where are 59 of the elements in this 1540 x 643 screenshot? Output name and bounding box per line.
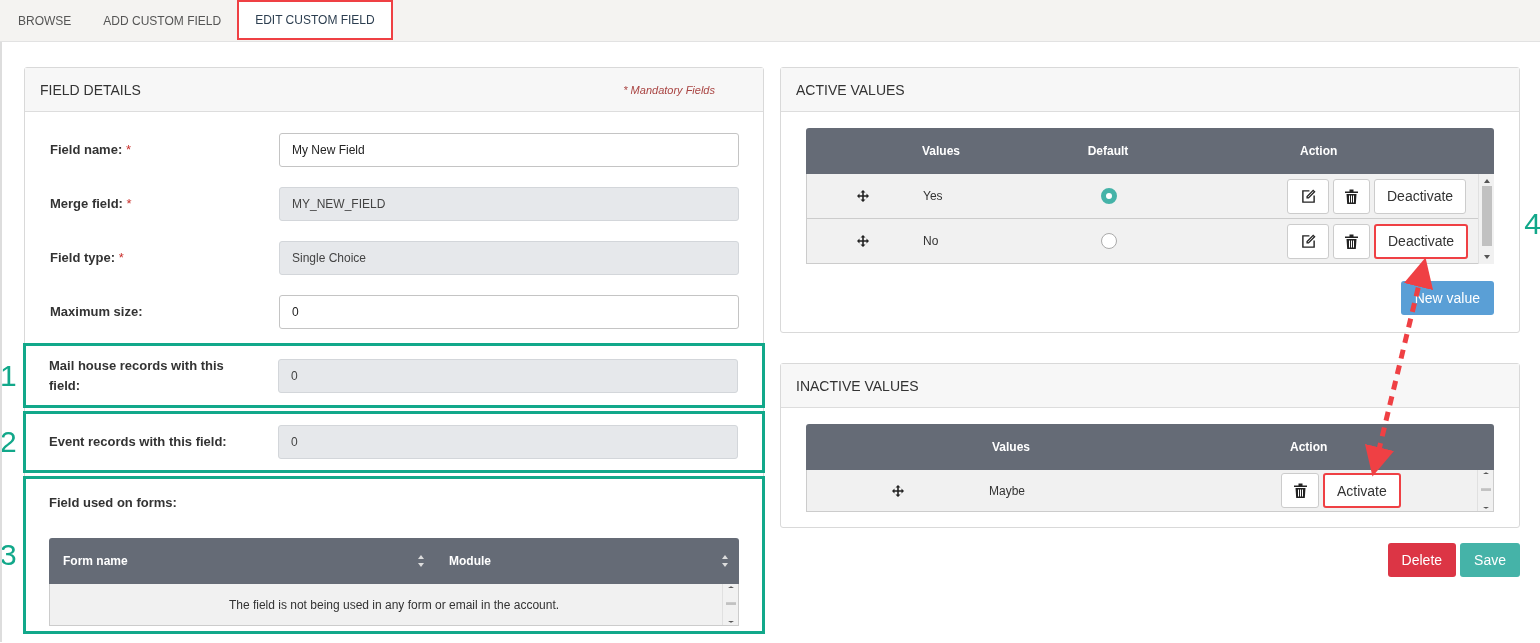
- section-label: Field used on forms:: [49, 494, 178, 512]
- move-icon[interactable]: [892, 484, 904, 497]
- scrollbar[interactable]: [1477, 470, 1493, 511]
- radio-button[interactable]: [1101, 233, 1117, 249]
- field-label: Mail house records with this field:: [49, 356, 225, 395]
- field-label: Event records with this field:: [49, 433, 228, 451]
- column-header: Default: [1087, 144, 1129, 158]
- move-icon[interactable]: [857, 235, 869, 247]
- value-text: Maybe: [989, 483, 1027, 498]
- column-header: Values: [921, 144, 962, 158]
- delete-button[interactable]: [1333, 178, 1370, 214]
- input-field[interactable]: MY_NEW_FIELD: [279, 187, 739, 221]
- tab[interactable]: EDIT CUSTOM FIELD: [237, 0, 393, 40]
- value-text: No: [922, 234, 940, 248]
- callout-number: 2: [2, 425, 17, 459]
- callout-number: 3: [2, 538, 17, 572]
- column-header: Action: [1299, 144, 1339, 158]
- input-field[interactable]: My New Field: [279, 133, 739, 167]
- edit-icon: [1300, 233, 1316, 249]
- radio-button[interactable]: [1101, 188, 1117, 204]
- column-header: Action: [1289, 440, 1329, 454]
- panel-title: ACTIVE VALUES: [796, 81, 905, 98]
- panel-title: INACTIVE VALUES: [796, 377, 919, 394]
- activate-button[interactable]: Activate: [1323, 473, 1401, 508]
- field-label: Merge field: *: [50, 195, 133, 213]
- value-text: Yes: [922, 189, 944, 203]
- input-field[interactable]: 0: [278, 358, 738, 393]
- panel-title: FIELD DETAILS: [40, 81, 141, 98]
- trash-icon: [1345, 188, 1358, 204]
- edit-button[interactable]: [1287, 223, 1329, 259]
- sort-icon[interactable]: [417, 554, 425, 568]
- callout-number: 1: [2, 358, 17, 393]
- deactivate-button[interactable]: Deactivate: [1374, 223, 1469, 259]
- trash-icon: [1293, 483, 1307, 498]
- delete-button[interactable]: [1281, 473, 1319, 508]
- empty-message: The field is not being used in any form or email in the account.: [228, 597, 560, 612]
- column-header: Module: [449, 554, 491, 568]
- deactivate-button[interactable]: Deactivate: [1374, 178, 1467, 214]
- field-label: Field name: *: [50, 141, 132, 159]
- field-label: Maximum size:: [50, 303, 144, 321]
- scrollbar[interactable]: [1478, 174, 1494, 264]
- column-header: Form name: [63, 554, 128, 568]
- scrollbar[interactable]: [722, 584, 738, 625]
- column-header: Values: [991, 440, 1032, 454]
- delete-button[interactable]: Delete: [1387, 543, 1457, 577]
- move-icon[interactable]: [857, 190, 869, 202]
- mandatory-note: * Mandatory Fields: [623, 83, 715, 96]
- input-field[interactable]: Single Choice: [279, 241, 739, 275]
- input-field[interactable]: 0: [278, 425, 738, 459]
- field-label: Field type: *: [50, 249, 125, 267]
- tab[interactable]: ADD CUSTOM FIELD: [87, 0, 238, 41]
- edit-icon: [1300, 188, 1316, 204]
- sort-icon[interactable]: [721, 554, 729, 568]
- edit-button[interactable]: [1287, 178, 1329, 214]
- callout-number: 4: [1524, 207, 1540, 241]
- trash-icon: [1345, 233, 1358, 249]
- tab[interactable]: BROWSE: [2, 0, 88, 41]
- input-field[interactable]: 0: [279, 295, 739, 329]
- delete-button[interactable]: [1333, 223, 1370, 259]
